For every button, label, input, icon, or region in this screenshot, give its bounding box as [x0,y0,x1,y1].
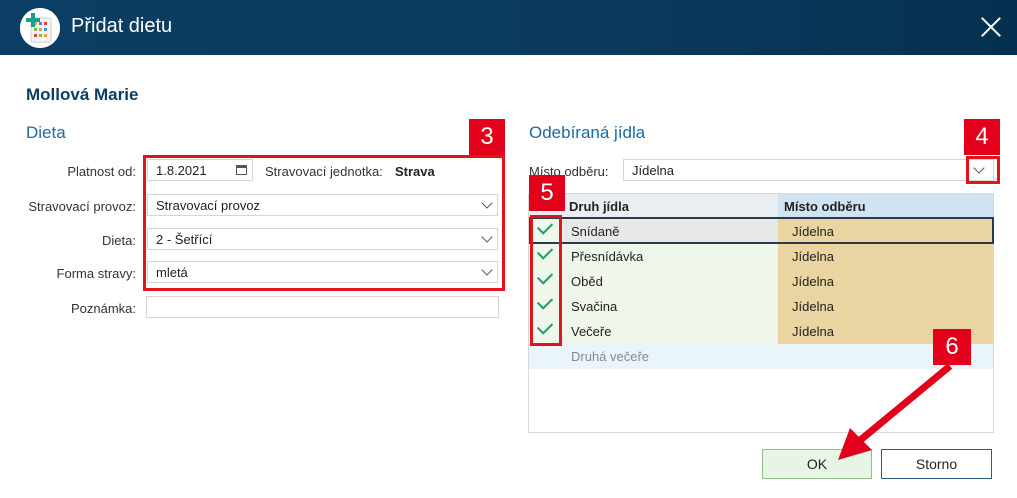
annotation-4: 4 [964,119,1000,155]
note-label: Poznámka: [70,301,136,316]
dialog-title: Přidat dietu [71,15,173,37]
meal-cell: Druhá večeře [563,344,778,369]
diet-section-title: Dieta [26,123,66,142]
table-row[interactable]: Přesnídávka Jídelna [529,243,993,269]
table-row[interactable]: Svačina Jídelna [529,293,993,319]
meals-section-title: Odebíraná jídla [529,123,646,142]
meal-cell: Oběd [563,269,778,294]
row-checkbox[interactable] [529,344,563,369]
annotation-3: 3 [469,119,505,155]
col-header-meal[interactable]: Druh jídla [529,194,778,219]
place-value: Jídelna [632,163,674,178]
person-name: Mollová Marie [26,85,139,104]
close-icon[interactable] [980,16,1002,38]
annotation-arrow-icon [838,363,953,460]
selected-row-outline [529,217,994,244]
place-select[interactable]: Jídelna [623,159,994,181]
app-logo-icon [20,8,60,48]
highlight-box-4 [966,156,1000,184]
note-input[interactable] [146,296,499,318]
meal-cell: Přesnídávka [563,244,778,269]
highlight-box-5 [530,215,562,346]
title-bar: Přidat dietu [0,0,1017,55]
place-cell[interactable]: Jídelna [778,244,993,269]
meal-cell: Svačina [563,294,778,319]
highlight-box-3 [143,155,505,291]
operation-label: Stravovací provoz: [28,199,136,214]
diet-label: Dieta: [102,233,136,248]
table-row[interactable]: Oběd Jídelna [529,268,993,294]
place-cell[interactable]: Jídelna [778,269,993,294]
table-row[interactable]: Večeře Jídelna [529,318,993,344]
col-header-place[interactable]: Místo odběru [778,194,993,219]
form-label: Forma stravy: [56,266,136,281]
valid-from-label: Platnost od: [67,164,136,179]
annotation-5: 5 [529,175,565,211]
meal-cell: Večeře [563,319,778,344]
place-cell[interactable]: Jídelna [778,294,993,319]
